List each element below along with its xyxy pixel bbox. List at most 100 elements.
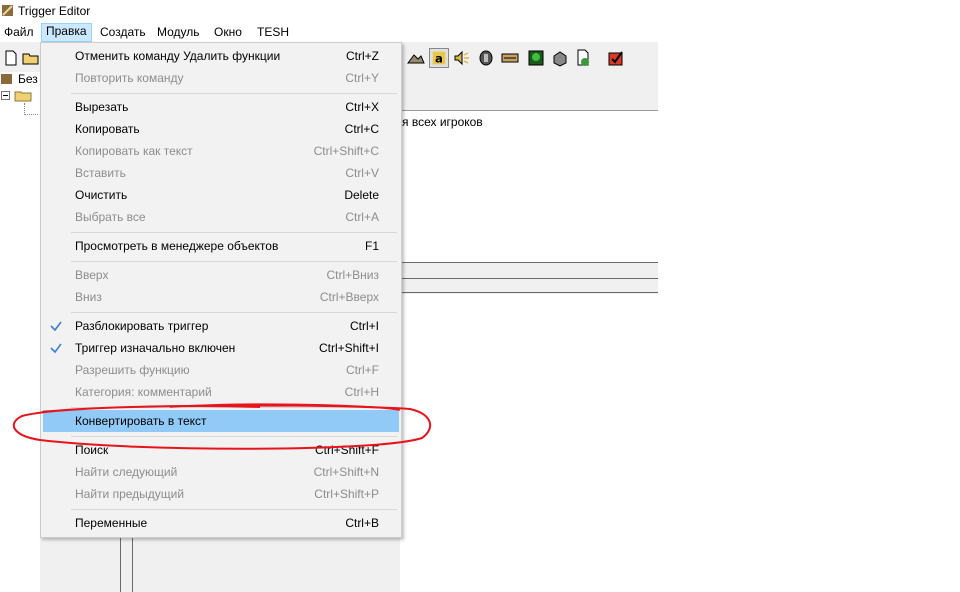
- folder-icon: [14, 91, 32, 102]
- menu-item-shortcut: Ctrl+Вниз: [326, 268, 379, 282]
- menu-item-shortcut: Ctrl+V: [345, 166, 379, 180]
- menu-item-label: Отменить команду Удалить функции: [75, 49, 281, 63]
- menu-item-label: Найти предыдущий: [75, 487, 185, 501]
- splitter[interactable]: [132, 536, 133, 592]
- divider: [400, 278, 658, 279]
- menu-item-convert-to-text[interactable]: Конвертировать в текст: [43, 410, 399, 432]
- menu-item-delete[interactable]: Очистить Delete: [43, 184, 399, 206]
- tree-line: [24, 114, 38, 116]
- menu-item-shortcut: Ctrl+I: [349, 319, 379, 333]
- splitter[interactable]: [120, 536, 121, 592]
- menu-item-shortcut: Ctrl+Shift+F: [314, 443, 379, 457]
- menu-item-shortcut: Ctrl+Shift+P: [314, 487, 379, 501]
- menu-item-label: Разблокировать триггер: [75, 319, 209, 333]
- trigger-comment-text: я всех игроков: [402, 115, 483, 129]
- menu-item-category-comment[interactable]: Категория: комментарий Ctrl+H: [43, 381, 399, 403]
- menu-item-shortcut: Ctrl+A: [345, 210, 379, 224]
- menu-item-shortcut: Ctrl+Z: [346, 49, 379, 63]
- menu-edit[interactable]: Правка: [41, 23, 92, 42]
- menu-item-copy-as-text[interactable]: Копировать как текст Ctrl+Shift+C: [43, 140, 399, 162]
- menu-separator: [71, 232, 397, 233]
- test-map-icon[interactable]: [606, 48, 626, 68]
- menu-item-shortcut: F1: [364, 239, 379, 253]
- checkmark-icon: [50, 321, 62, 332]
- sound-icon[interactable]: [452, 48, 472, 68]
- menu-item-shortcut: Ctrl+Shift+C: [313, 144, 379, 158]
- menu-tesh[interactable]: TESH: [253, 24, 293, 41]
- menu-item-shortcut: Ctrl+X: [345, 100, 379, 114]
- menu-item-label: Выбрать все: [75, 210, 146, 224]
- menu-item-label: Категория: комментарий: [75, 385, 212, 399]
- menu-item-cut[interactable]: Вырезать Ctrl+X: [43, 96, 399, 118]
- open-folder-icon[interactable]: [21, 48, 41, 68]
- menu-item-find[interactable]: Поиск Ctrl+Shift+F: [43, 439, 399, 461]
- menu-item-label: Очистить: [75, 188, 128, 202]
- functions-panel: [400, 294, 658, 592]
- title-bar: Trigger Editor: [0, 0, 658, 22]
- menu-item-shortcut: Ctrl+Y: [345, 71, 379, 85]
- menu-item-label: Копировать: [75, 122, 140, 136]
- menu-item-paste[interactable]: Вставить Ctrl+V: [43, 162, 399, 184]
- terrain-icon[interactable]: [406, 48, 426, 68]
- menu-item-move-up[interactable]: Вверх Ctrl+Вниз: [43, 264, 399, 286]
- trigger-tree: Без: [0, 72, 40, 592]
- menu-item-select-all[interactable]: Выбрать все Ctrl+A: [43, 206, 399, 228]
- menu-item-label: Конвертировать в текст: [75, 414, 207, 428]
- menu-separator: [71, 436, 397, 437]
- menu-window[interactable]: Окно: [210, 24, 246, 41]
- object-icon[interactable]: [550, 48, 570, 68]
- menu-separator: [71, 93, 397, 94]
- menu-item-shortcut: Ctrl+B: [345, 516, 379, 530]
- menu-item-shortcut: Delete: [344, 188, 379, 202]
- menu-item-redo[interactable]: Повторить команду Ctrl+Y: [43, 67, 399, 89]
- collapse-icon[interactable]: [1, 91, 10, 100]
- menu-item-enable-function[interactable]: Разрешить функцию Ctrl+F: [43, 359, 399, 381]
- menu-item-label: Вставить: [75, 166, 126, 180]
- menu-item-label: Копировать как текст: [75, 144, 193, 158]
- menu-item-label: Вниз: [75, 290, 102, 304]
- map-icon: [1, 74, 12, 84]
- edit-menu-dropdown: Отменить команду Удалить функции Ctrl+Z …: [40, 42, 402, 538]
- svg-text:a: a: [435, 52, 443, 66]
- menu-item-unlock-trigger[interactable]: Разблокировать триггер Ctrl+I: [43, 315, 399, 337]
- menu-file[interactable]: Файл: [0, 24, 38, 41]
- menu-item-undo[interactable]: Отменить команду Удалить функции Ctrl+Z: [43, 45, 399, 67]
- menu-item-label: Переменные: [75, 516, 148, 530]
- menu-item-label: Вырезать: [75, 100, 129, 114]
- divider: [400, 262, 658, 263]
- script-icon[interactable]: [500, 48, 520, 68]
- text-a-icon[interactable]: a: [429, 48, 449, 68]
- menu-item-label: Вверх: [75, 268, 109, 282]
- page-add-icon[interactable]: [573, 48, 593, 68]
- menu-item-label: Разрешить функцию: [75, 363, 190, 377]
- divider: [400, 292, 658, 293]
- menu-item-move-down[interactable]: Вниз Ctrl+Вверх: [43, 286, 399, 308]
- menu-item-find-next[interactable]: Найти следующий Ctrl+Shift+N: [43, 461, 399, 483]
- monster-icon[interactable]: [526, 48, 546, 68]
- menu-item-shortcut: Ctrl+F: [346, 363, 379, 377]
- menu-create[interactable]: Создать: [96, 24, 150, 41]
- menu-item-shortcut: Ctrl+Вверх: [319, 290, 379, 304]
- menu-item-shortcut: Ctrl+Shift+N: [313, 465, 379, 479]
- menu-module[interactable]: Модуль: [153, 24, 204, 41]
- menu-item-copy[interactable]: Копировать Ctrl+C: [43, 118, 399, 140]
- window-title: Trigger Editor: [18, 4, 91, 18]
- menu-separator: [71, 261, 397, 262]
- menu-item-label: Триггер изначально включен: [75, 341, 236, 355]
- unit-icon[interactable]: [476, 48, 496, 68]
- menu-separator: [71, 312, 397, 313]
- new-icon[interactable]: [1, 48, 21, 68]
- menu-separator: [71, 509, 397, 510]
- menu-item-initially-on[interactable]: Триггер изначально включен Ctrl+Shift+I: [43, 337, 399, 359]
- menu-item-shortcut: Ctrl+H: [344, 385, 379, 399]
- app-icon: [2, 5, 13, 16]
- menu-item-find-previous[interactable]: Найти предыдущий Ctrl+Shift+P: [43, 483, 399, 505]
- menu-item-label: Найти следующий: [75, 465, 178, 479]
- trigger-details-panel: я всех игроков: [400, 110, 658, 263]
- menu-item-label: Просмотреть в менеджере объектов: [75, 239, 279, 253]
- checkmark-icon: [50, 343, 62, 354]
- menu-item-variables[interactable]: Переменные Ctrl+B: [43, 512, 399, 534]
- menu-item-object-manager[interactable]: Просмотреть в менеджере объектов F1: [43, 235, 399, 257]
- menu-item-shortcut: Ctrl+C: [344, 122, 379, 136]
- menu-bar: Файл Правка Создать Модуль Окно TESH: [0, 22, 658, 42]
